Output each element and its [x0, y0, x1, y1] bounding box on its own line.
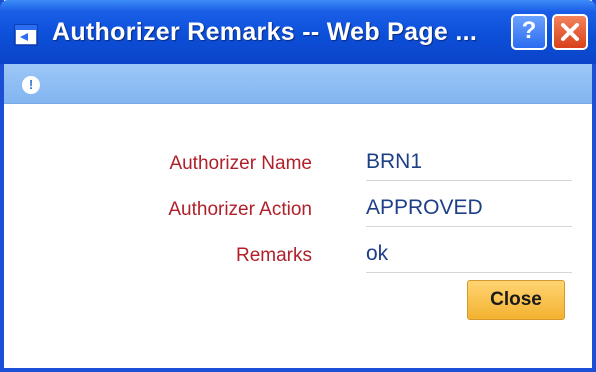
remarks-label: Remarks — [235, 245, 312, 266]
dialog-window: Authorizer Remarks -- Web Page ... ? ! A… — [0, 0, 596, 372]
close-icon — [561, 23, 579, 41]
remarks-value: ok — [366, 242, 572, 273]
help-button[interactable]: ? — [511, 14, 547, 50]
window-close-button[interactable] — [552, 14, 588, 50]
title-bar[interactable]: Authorizer Remarks -- Web Page ... ? — [0, 0, 596, 64]
close-button[interactable]: Close — [467, 280, 565, 320]
web-page-icon — [14, 24, 38, 46]
authorizer-action-label: Authorizer Action — [168, 199, 312, 220]
authorizer-action-value: APPROVED — [366, 196, 572, 227]
info-icon: ! — [22, 76, 40, 94]
authorizer-name-value: BRN1 — [366, 150, 572, 181]
window-title: Authorizer Remarks -- Web Page ... — [52, 18, 478, 46]
info-bar: ! — [4, 64, 592, 104]
authorizer-name-label: Authorizer Name — [169, 153, 312, 174]
